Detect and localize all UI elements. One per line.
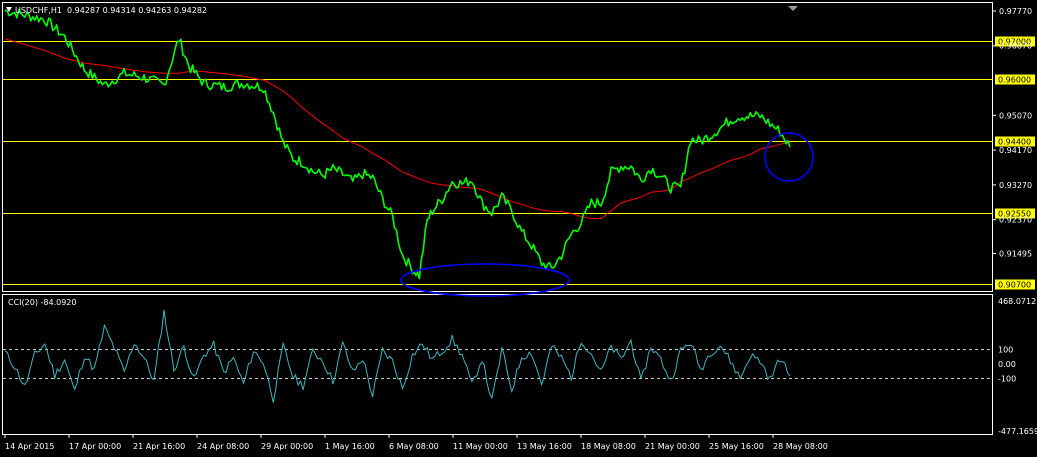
cci-header: CCI(20) -84.0920 <box>8 298 77 307</box>
main-chart-frame <box>2 2 993 292</box>
cci-axis-label: -100 <box>998 374 1016 383</box>
time-axis-label: 28 May 08:00 <box>773 442 828 451</box>
time-axis-label: 6 May 08:00 <box>389 442 439 451</box>
price-axis-label: 0.96870 <box>999 42 1032 51</box>
time-axis-label: 29 Apr 00:00 <box>261 442 313 451</box>
level-tag-label: 0.96000 <box>998 76 1031 85</box>
time-axis-label: 21 May 00:00 <box>645 442 700 451</box>
chart-window: 0.970000.960000.944000.925500.907000.977… <box>2 2 1037 451</box>
level-tag-label: 0.90700 <box>998 281 1031 290</box>
cci-axis-label: -477.1659 <box>998 427 1037 436</box>
cci-axis-label: 100 <box>998 345 1013 354</box>
cci-axis-label: 468.0712 <box>998 297 1036 306</box>
chart-shift-icon[interactable] <box>788 6 798 11</box>
price-axis-label: 0.91495 <box>999 249 1032 258</box>
time-axis-label: 14 Apr 2015 <box>5 442 54 451</box>
time-axis-label: 11 May 00:00 <box>453 442 508 451</box>
price-axis-label: 0.94170 <box>999 146 1032 155</box>
time-axis-label: 1 May 16:00 <box>325 442 375 451</box>
time-axis-label: 13 May 16:00 <box>517 442 572 451</box>
cci-line <box>4 309 791 403</box>
current-price-circle <box>764 132 814 182</box>
dropdown-icon[interactable] <box>6 7 12 12</box>
cci-axis-label: 0.00 <box>998 360 1016 369</box>
cci-panel <box>3 309 992 403</box>
cci-panel-frame <box>2 294 993 435</box>
time-axis-label: 24 Apr 08:00 <box>197 442 249 451</box>
price-line <box>4 8 791 280</box>
chart-header: USDCHF,H1 0.94287 0.94314 0.94263 0.9428… <box>6 6 207 15</box>
moving-average-line <box>4 38 791 219</box>
symbol-label: USDCHF,H1 <box>15 6 62 15</box>
price-axis-label: 0.92370 <box>999 216 1032 225</box>
main-chart <box>3 8 992 285</box>
ohlc-values: 0.94287 0.94314 0.94263 0.94282 <box>67 6 208 15</box>
price-axis-label: 0.97770 <box>999 7 1032 16</box>
time-axis-label: 18 May 08:00 <box>581 442 636 451</box>
time-axis-label: 21 Apr 16:00 <box>133 442 185 451</box>
time-axis-label: 25 May 16:00 <box>709 442 764 451</box>
price-axis-label: 0.95070 <box>999 111 1032 120</box>
price-axis-label: 0.93270 <box>999 181 1032 190</box>
time-axis-label: 17 Apr 00:00 <box>69 442 121 451</box>
